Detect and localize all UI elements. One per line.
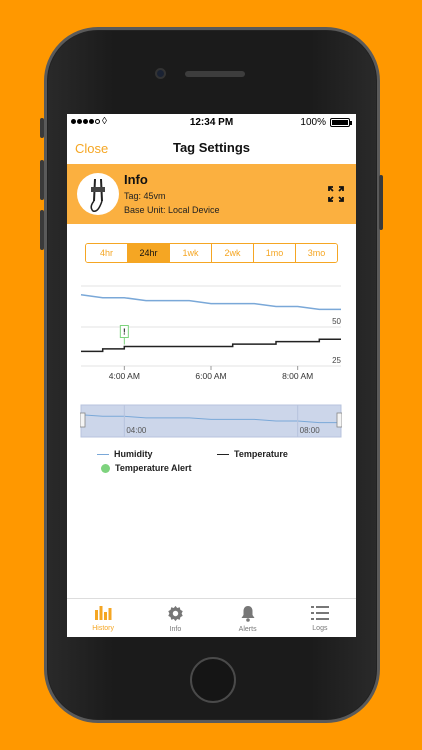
info-base-unit: Base Unit: Local Device bbox=[124, 205, 220, 215]
page-title: Tag Settings bbox=[172, 140, 251, 155]
list-icon bbox=[310, 606, 329, 620]
x-tick-label: 8:00 AM bbox=[282, 371, 313, 381]
earpiece bbox=[185, 71, 245, 77]
x-tick-label: 4:00 AM bbox=[109, 371, 140, 381]
temperature-series-line bbox=[81, 338, 341, 353]
range-3mo[interactable]: 3mo bbox=[296, 244, 337, 262]
volume-up-button bbox=[40, 160, 44, 200]
range-2wk[interactable]: 2wk bbox=[212, 244, 254, 262]
bar-chart-icon bbox=[95, 606, 112, 620]
x-tick-label: 6:00 AM bbox=[195, 371, 226, 381]
chart-legend: Humidity Temperature Temperature Alert bbox=[97, 449, 337, 489]
nav-bar: Close Tag Settings bbox=[67, 130, 356, 164]
camera-icon bbox=[155, 68, 166, 79]
navigator-right-handle[interactable] bbox=[336, 412, 342, 428]
range-navigator[interactable]: 04:00 08:00 bbox=[80, 404, 342, 438]
bell-icon bbox=[241, 606, 255, 622]
battery-icon bbox=[330, 118, 352, 127]
time-range-selector: 4hr 24hr 1wk 2wk 1mo 3mo bbox=[85, 243, 338, 263]
y-label-temperature: 25 bbox=[332, 356, 341, 365]
tag-sensor-icon bbox=[77, 173, 119, 215]
app-screen: ◊ 12:34 PM 100% Close Tag Settings Info … bbox=[67, 114, 356, 637]
info-header[interactable]: Info Tag: 45vm Base Unit: Local Device bbox=[67, 164, 356, 224]
tab-logs[interactable]: Logs bbox=[284, 599, 356, 637]
y-label-humidity: 50 bbox=[332, 317, 341, 326]
navigator-tick-label: 08:00 bbox=[300, 426, 321, 435]
alert-flag-symbol: ! bbox=[123, 328, 126, 337]
status-bar: ◊ 12:34 PM 100% bbox=[67, 114, 356, 130]
navigator-left-handle[interactable] bbox=[80, 412, 86, 428]
battery-percent: 100% bbox=[300, 117, 326, 128]
info-title: Info bbox=[124, 172, 148, 187]
expand-icon[interactable] bbox=[328, 186, 344, 202]
navigator-tick-label: 04:00 bbox=[126, 426, 147, 435]
tab-history[interactable]: History bbox=[67, 599, 139, 637]
info-tag: Tag: 45vm bbox=[124, 191, 166, 201]
tab-info[interactable]: Info bbox=[139, 599, 211, 637]
humidity-series-line bbox=[80, 294, 341, 311]
mute-switch bbox=[40, 118, 44, 138]
legend-temperature-alert[interactable]: Temperature Alert bbox=[101, 463, 192, 473]
range-24hr[interactable]: 24hr bbox=[128, 244, 170, 262]
tab-alerts[interactable]: Alerts bbox=[212, 599, 284, 637]
gear-icon bbox=[168, 605, 183, 622]
tab-bar: History Info Alerts Logs bbox=[67, 598, 356, 637]
range-1wk[interactable]: 1wk bbox=[170, 244, 212, 262]
legend-temperature[interactable]: Temperature bbox=[217, 449, 288, 459]
power-button bbox=[379, 175, 383, 230]
home-button[interactable] bbox=[190, 657, 236, 703]
legend-humidity[interactable]: Humidity bbox=[97, 449, 153, 459]
volume-down-button bbox=[40, 210, 44, 250]
range-4hr[interactable]: 4hr bbox=[86, 244, 128, 262]
range-1mo[interactable]: 1mo bbox=[254, 244, 296, 262]
